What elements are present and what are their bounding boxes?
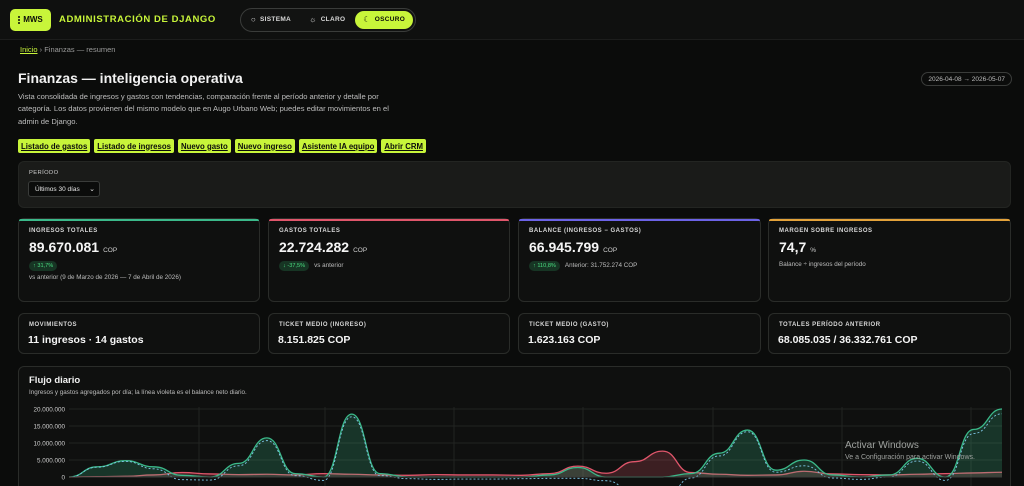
kpi-number: 89.670.081 — [29, 239, 100, 255]
kpi-label: MARGEN SOBRE INGRESOS — [779, 228, 873, 234]
stat-label: MOVIMIENTOS — [29, 322, 78, 328]
link-open-crm[interactable]: Abrir CRM — [381, 139, 426, 153]
stat-label: TICKET MEDIO (INGRESO) — [279, 322, 367, 328]
theme-option-label: CLARO — [320, 16, 346, 23]
link-new-income[interactable]: Nuevo ingreso — [234, 139, 295, 153]
sun-icon: ☼ — [309, 14, 317, 24]
watermark-title: Activar Windows — [845, 440, 919, 451]
kpi-card-expenses: GASTOS TOTALES 22.724.282 COP ↓ -37,5% vs … — [268, 218, 510, 302]
kpi-accent-line — [269, 219, 509, 221]
breadcrumb-current: Finanzas — resumen — [44, 45, 116, 54]
breadcrumb-separator: › — [39, 45, 43, 54]
y-tick-label: 0 — [61, 475, 65, 482]
kpi-note: Anterior: 31.752.274 COP — [564, 262, 638, 269]
watermark-subtitle: Ve a Configuración para activar Windows. — [845, 454, 975, 461]
y-tick-label: 20.000.000 — [33, 407, 65, 414]
chevron-down-icon: ⌄ — [89, 186, 95, 193]
page-title: Finanzas — inteligencia operativa — [18, 70, 243, 86]
y-tick-label: 10.000.000 — [33, 441, 65, 448]
y-tick-label: 5.000.000 — [37, 458, 66, 465]
stat-value: 1.623.163 COP — [528, 334, 601, 346]
date-range-badge: 2026-04-08 → 2026-05-07 — [921, 72, 1012, 86]
stat-card-previous-totals: TOTALES PERÍODO ANTERIOR 68.085.035 / 36… — [768, 313, 1011, 354]
stat-value: 8.151.825 COP — [278, 334, 351, 346]
theme-option-label: SISTEMA — [260, 16, 292, 23]
stat-card-movements: MOVIMIENTOS 11 ingresos · 14 gastos — [18, 313, 260, 354]
trend-badge: ↑ 31,7% — [29, 261, 58, 271]
link-list-expenses[interactable]: Listado de gastos — [18, 139, 91, 153]
theme-option-system[interactable]: ○ SISTEMA — [243, 11, 299, 29]
site-title[interactable]: ADMINISTRACIÓN DE DJANGO — [59, 14, 216, 25]
circle-icon: ○ — [250, 14, 257, 24]
kpi-number: 22.724.282 — [279, 239, 350, 255]
moon-icon: ☾ — [363, 14, 371, 24]
stat-card-avg-expense: TICKET MEDIO (GASTO) 1.623.163 COP — [518, 313, 761, 354]
kpi-badge-row: ↑ 110,8% Anterior: 31.752.274 COP — [529, 261, 637, 271]
windows-activation-watermark: Activar Windows Ve a Configuración para … — [845, 440, 975, 461]
kpi-unit: COP — [353, 247, 368, 254]
stat-label: TOTALES PERÍODO ANTERIOR — [779, 322, 881, 328]
period-label: PERÍODO — [29, 170, 59, 176]
stat-value: 68.085.035 / 36.332.761 COP — [778, 334, 918, 346]
kpi-card-income: INGRESOS TOTALES 89.670.081 COP ↑ 31,7% v… — [18, 218, 260, 302]
kpi-value: 66.945.799 COP — [529, 239, 617, 255]
kpi-note: Balance ÷ ingresos del período — [779, 261, 866, 268]
top-bar: MWS ADMINISTRACIÓN DE DJANGO ○ SISTEMA ☼… — [0, 0, 1024, 40]
kpi-card-balance: BALANCE (INGRESOS − GASTOS) 66.945.799 CO… — [518, 218, 761, 302]
kpi-badge-row: ↑ 31,7% — [29, 261, 62, 271]
link-list-income[interactable]: Listado de ingresos — [94, 139, 174, 153]
trend-badge: ↑ 110,8% — [529, 261, 560, 271]
y-tick-label: 15.000.000 — [33, 424, 65, 431]
quick-links: Listado de gastos Listado de ingresos Nu… — [18, 139, 426, 153]
logo-dots-icon — [18, 15, 21, 24]
kpi-unit: % — [810, 247, 817, 254]
kpi-value: 89.670.081 COP — [29, 239, 117, 255]
kpi-card-margin: MARGEN SOBRE INGRESOS 74,7% Balance ÷ in… — [768, 218, 1011, 302]
kpi-number: 66.945.799 — [529, 239, 600, 255]
kpi-label: GASTOS TOTALES — [279, 228, 341, 234]
kpi-label: BALANCE (INGRESOS − GASTOS) — [529, 228, 642, 234]
period-select-value: Últimos 30 días — [35, 185, 80, 193]
kpi-unit: COP — [103, 247, 118, 254]
kpi-accent-line — [19, 219, 259, 221]
logo-text: MWS — [23, 15, 43, 24]
stat-card-avg-income: TICKET MEDIO (INGRESO) 8.151.825 COP — [268, 313, 510, 354]
stat-label: TICKET MEDIO (GASTO) — [529, 322, 609, 328]
breadcrumb: Inicio › Finanzas — resumen — [20, 45, 115, 54]
stat-value: 11 ingresos · 14 gastos — [28, 334, 144, 346]
link-new-expense[interactable]: Nuevo gasto — [177, 139, 231, 153]
kpi-value: 22.724.282 COP — [279, 239, 367, 255]
theme-option-light[interactable]: ☼ CLARO — [301, 11, 353, 29]
daily-flow-chart-panel: Flujo diario Ingresos y gastos agregados… — [18, 366, 1011, 486]
breadcrumb-home-link[interactable]: Inicio — [20, 45, 38, 54]
site-logo[interactable]: MWS — [10, 8, 51, 31]
kpi-accent-line — [519, 219, 760, 221]
theme-option-label: OSCURO — [374, 16, 406, 23]
theme-option-dark[interactable]: ☾ OSCURO — [355, 10, 414, 29]
kpi-label: INGRESOS TOTALES — [29, 228, 98, 234]
page-description: Vista consolidada de ingresos y gastos c… — [18, 92, 389, 126]
filter-panel: PERÍODO Últimos 30 días ⌄ — [18, 161, 1011, 208]
kpi-badge-row: ↓ -37,5% vs anterior — [279, 261, 343, 271]
theme-switcher: ○ SISTEMA ☼ CLARO ☾ OSCURO — [239, 7, 417, 32]
link-ai-assistant[interactable]: Asistente IA equipo — [298, 139, 378, 153]
daily-flow-chart: 20.000.000 15.000.000 10.000.000 5.000.000 0 — [33, 407, 1003, 486]
kpi-accent-line — [769, 219, 1010, 221]
trend-badge: ↓ -37,5% — [279, 261, 310, 271]
kpi-value: 74,7% — [779, 239, 816, 255]
period-select[interactable]: Últimos 30 días ⌄ — [28, 181, 100, 197]
kpi-note: vs anterior — [314, 262, 344, 269]
kpi-note: vs anterior (9 de Marzo de 2026 — 7 de A… — [29, 274, 181, 281]
kpi-number: 74,7 — [779, 239, 807, 255]
kpi-unit: COP — [603, 247, 618, 254]
